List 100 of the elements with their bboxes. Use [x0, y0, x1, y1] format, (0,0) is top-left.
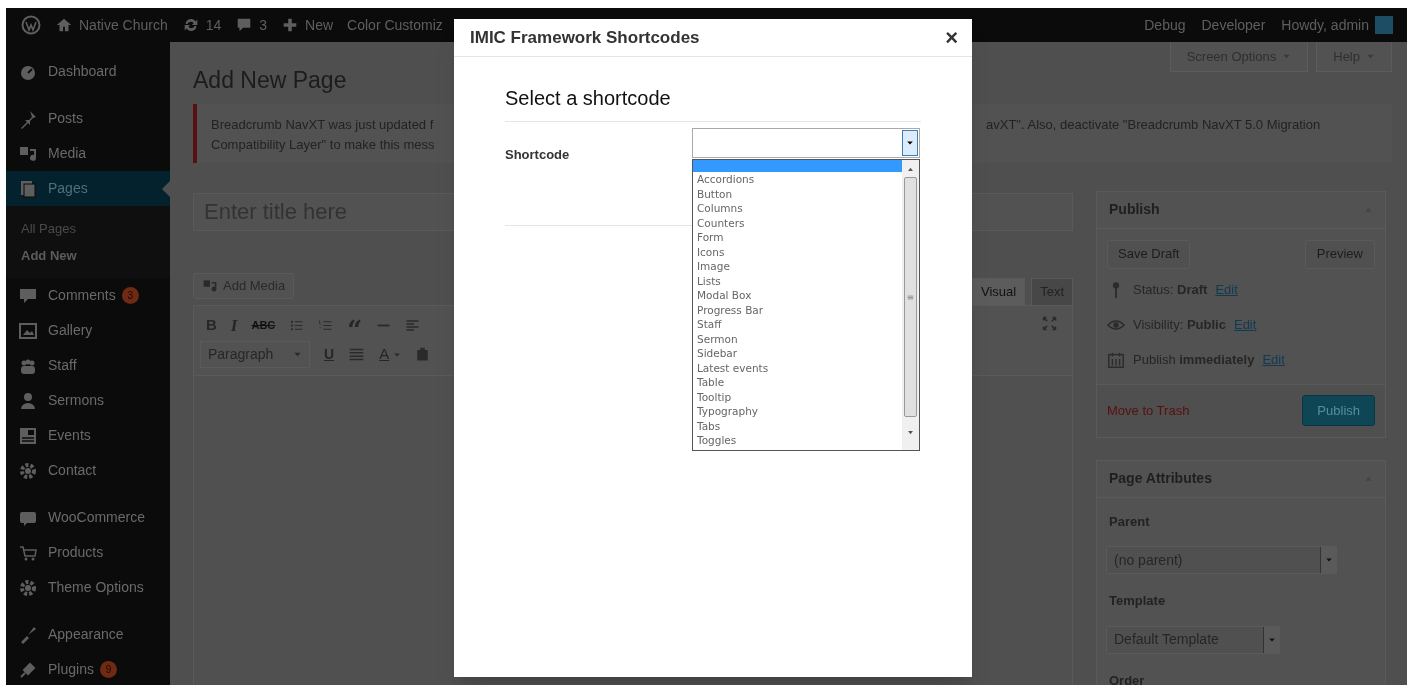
- dropdown-option[interactable]: Image: [693, 259, 902, 274]
- toolbar-button[interactable]: “: [347, 311, 363, 340]
- dropdown-option[interactable]: Sidebar: [693, 346, 902, 361]
- dropdown-option[interactable]: Button: [693, 186, 902, 201]
- calendar-icon: [1107, 351, 1125, 369]
- home-icon: [55, 16, 73, 34]
- sidebar-item[interactable]: Theme Options: [6, 570, 170, 605]
- menu-icon: [18, 577, 38, 598]
- avatar-icon: [1375, 16, 1393, 34]
- menu-label: Posts: [48, 109, 83, 128]
- menu-label: Dashboard: [48, 62, 117, 81]
- caret-icon: [1282, 52, 1292, 61]
- align-left-icon: [405, 318, 421, 333]
- shortcode-select[interactable]: [692, 128, 920, 158]
- menu-label: Theme Options: [48, 578, 144, 597]
- toolbar-button[interactable]: ABC: [251, 317, 276, 334]
- menu-label: Comments: [48, 286, 116, 305]
- field-label: Shortcode: [505, 146, 571, 164]
- admin-bar-item[interactable]: 3: [228, 8, 275, 42]
- sidebar-item[interactable]: Products: [6, 535, 170, 570]
- submenu-item[interactable]: All Pages: [6, 215, 170, 242]
- sidebar-item[interactable]: Posts: [6, 101, 170, 136]
- dropdown-option[interactable]: Form: [693, 230, 902, 245]
- dropdown-option[interactable]: Typography: [693, 404, 902, 419]
- admin-bar-item[interactable]: Debug: [1136, 8, 1194, 42]
- menu-label: Plugins: [48, 660, 94, 679]
- fullscreen-icon: [1042, 315, 1057, 331]
- submenu-item[interactable]: Add New: [6, 242, 170, 269]
- dropdown-option[interactable]: Icons: [693, 244, 902, 259]
- caret-icon: [293, 350, 302, 359]
- dropdown-option[interactable]: Tooltip: [693, 389, 902, 404]
- sidebar-item[interactable]: Comments 3: [6, 278, 170, 313]
- sidebar-item[interactable]: Media: [6, 136, 170, 171]
- menu-label: Pages: [48, 179, 88, 198]
- caret-icon: [1267, 635, 1276, 644]
- sidebar-item[interactable]: Plugins 9: [6, 652, 170, 685]
- editor-tab[interactable]: Visual: [971, 277, 1026, 305]
- media-icon: [202, 277, 218, 294]
- menu-label: Sermons: [48, 391, 105, 410]
- menu-label: Appearance: [48, 625, 124, 644]
- justify-icon: [348, 346, 366, 363]
- admin-bar-item[interactable]: New: [274, 8, 341, 42]
- count-badge: 3: [121, 287, 139, 304]
- menu-icon: [18, 178, 38, 199]
- dropdown-option[interactable]: Progress Bar: [693, 302, 902, 317]
- menu-label: Products: [48, 543, 104, 562]
- sidebar-item[interactable]: WooCommerce: [6, 500, 170, 535]
- scroll-down-icon: [907, 429, 914, 436]
- admin-bar-item[interactable]: 14: [174, 8, 229, 42]
- numbered-list-icon: [318, 318, 334, 333]
- current-page-pointer-icon: [162, 181, 170, 197]
- sidebar-item[interactable]: Pages: [6, 171, 170, 206]
- menu-icon: [18, 390, 38, 411]
- menu-label: Gallery: [48, 321, 93, 340]
- bulleted-list-icon: [289, 318, 305, 333]
- wordpress-logo-icon: [21, 15, 41, 35]
- scrollbar-thumb[interactable]: [904, 177, 917, 417]
- dropdown-option[interactable]: Modal Box: [693, 288, 902, 303]
- caret-icon: [393, 350, 402, 359]
- dropdown-option[interactable]: Counters: [693, 215, 902, 230]
- dropdown-option[interactable]: Tabs: [693, 418, 902, 433]
- sidebar-item[interactable]: Staff: [6, 348, 170, 383]
- dropdown-option[interactable]: Table: [693, 375, 902, 390]
- modal-title: IMIC Framework Shortcodes: [470, 26, 700, 49]
- modal-heading: Select a shortcode: [505, 83, 921, 122]
- caret-icon: [906, 139, 914, 147]
- menu-label: Events: [48, 426, 91, 445]
- publish-button[interactable]: Publish: [1302, 395, 1375, 426]
- menu-icon: [18, 460, 38, 481]
- dropdown-option[interactable]: Lists: [693, 273, 902, 288]
- scrollbar[interactable]: [902, 160, 919, 450]
- menu-icon: [18, 320, 38, 341]
- menu-label: WooCommerce: [48, 508, 145, 527]
- sidebar-item[interactable]: Events: [6, 418, 170, 453]
- menu-label: Media: [48, 144, 87, 163]
- sidebar-item[interactable]: Dashboard: [6, 54, 170, 89]
- close-button[interactable]: ×: [945, 26, 958, 49]
- sidebar-item[interactable]: Contact: [6, 453, 170, 488]
- menu-label: Contact: [48, 461, 97, 480]
- dropdown-option[interactable]: Staff: [693, 317, 902, 332]
- sidebar-item[interactable]: Sermons: [6, 383, 170, 418]
- dropdown-option[interactable]: Accordions: [693, 172, 902, 187]
- sidebar-item[interactable]: Gallery: [6, 313, 170, 348]
- admin-bar-item[interactable]: Native Church: [48, 8, 175, 42]
- admin-bar-item[interactable]: Howdy, admin: [1273, 8, 1401, 42]
- admin-bar-item[interactable]: Color Customiz: [340, 8, 450, 42]
- scroll-up-icon: [907, 166, 914, 173]
- dropdown-option[interactable]: Latest events: [693, 360, 902, 375]
- dropdown-option[interactable]: Toggles: [693, 433, 902, 448]
- menu-icon: [18, 425, 38, 446]
- paste-text-icon: [415, 347, 431, 362]
- sidebar-item[interactable]: Appearance: [6, 617, 170, 652]
- dropdown-option[interactable]: Sermon: [693, 331, 902, 346]
- menu-label: Staff: [48, 356, 77, 375]
- admin-bar-item[interactable]: Developer: [1193, 8, 1274, 42]
- grip-icon: [907, 293, 914, 301]
- caret-icon: [1366, 52, 1375, 61]
- caret-icon: [1324, 556, 1333, 564]
- count-badge: 9: [99, 661, 117, 678]
- dropdown-option[interactable]: Columns: [693, 201, 902, 216]
